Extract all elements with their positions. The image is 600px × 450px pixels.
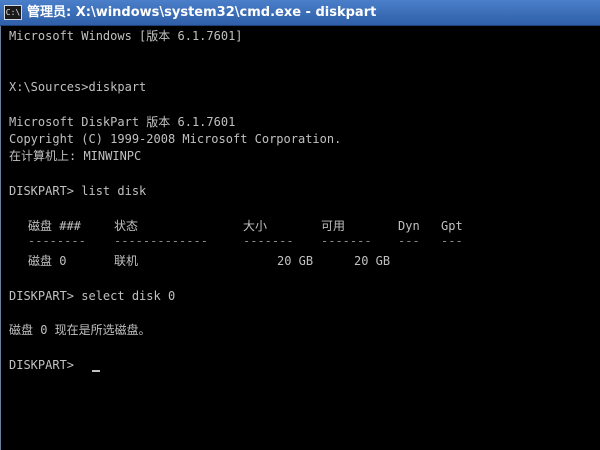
table-divider-status: -------------: [114, 234, 208, 248]
select-disk-command-line: DISKPART> select disk 0: [9, 289, 176, 303]
table-divider-free: -------: [321, 234, 372, 248]
console-output[interactable]: Microsoft Windows [版本 6.1.7601] X:\Sourc…: [0, 26, 600, 450]
table-row-size: 20 GB: [277, 254, 314, 268]
windows-version-line: Microsoft Windows [版本 6.1.7601]: [9, 29, 243, 43]
table-divider-size: -------: [243, 234, 294, 248]
copyright-line: Copyright (C) 1999-2008 Microsoft Corpor…: [9, 132, 342, 146]
table-divider-gpt: ---: [441, 234, 463, 248]
table-row-disk: 磁盘 0: [28, 254, 67, 268]
list-disk-command-line: DISKPART> list disk: [9, 184, 147, 198]
diskpart-command-line: X:\Sources>diskpart: [9, 80, 147, 94]
diskpart-version-line: Microsoft DiskPart 版本 6.1.7601: [9, 115, 236, 129]
table-row-status: 联机: [114, 254, 139, 268]
table-row-free: 20 GB: [354, 254, 391, 268]
table-divider-disk: --------: [28, 234, 86, 248]
cmd-window: C:\ 管理员: X:\windows\system32\cmd.exe - d…: [0, 0, 600, 450]
window-title: 管理员: X:\windows\system32\cmd.exe - diskp…: [27, 5, 377, 20]
computer-name-line: 在计算机上: MINWINPC: [9, 149, 142, 163]
diskpart-prompt: DISKPART>: [9, 358, 75, 372]
cmd-icon[interactable]: C:\: [4, 5, 22, 20]
title-bar[interactable]: C:\ 管理员: X:\windows\system32\cmd.exe - d…: [0, 0, 600, 26]
table-divider-dyn: ---: [398, 234, 420, 248]
text-cursor: [92, 370, 100, 372]
selected-disk-message: 磁盘 0 现在是所选磁盘。: [9, 323, 151, 337]
